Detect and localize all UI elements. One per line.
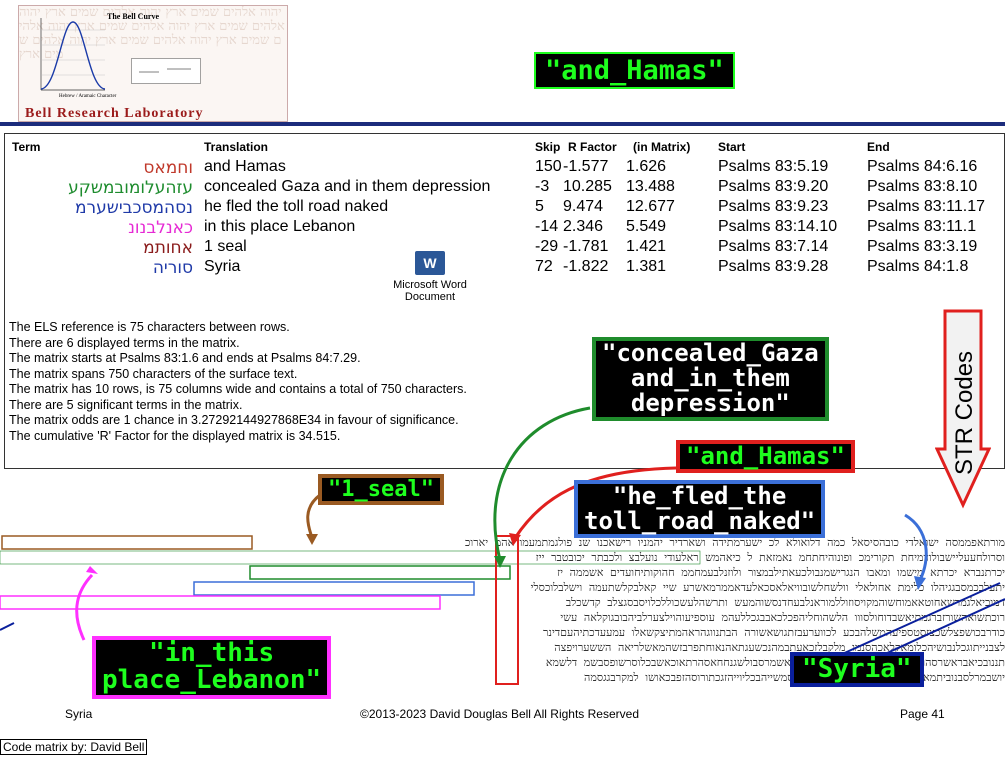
cell-inmatrix: 1.626 xyxy=(626,158,667,175)
footer-credit: Code matrix by: David Bell xyxy=(0,739,148,755)
col-header-end: End xyxy=(867,140,890,154)
slide: יהוה אלהים שמים ארץ יהוה אלהים שמים ארץ … xyxy=(0,0,1005,757)
col-header-rfactor: R Factor xyxy=(568,140,617,154)
info-panel: Term Translation Skip R Factor (in Matri… xyxy=(4,133,1005,469)
svg-text:STR Codes: STR Codes xyxy=(951,351,978,475)
cell-end: Psalms 83:3.19 xyxy=(867,238,978,255)
note-line: There are 6 displayed terms in the matri… xyxy=(9,335,240,350)
cell-rfactor: -1.577 xyxy=(563,158,609,175)
bell-curve-icon xyxy=(40,18,106,91)
cell-rfactor: 2.346 xyxy=(563,218,604,235)
cell-inmatrix: 13.488 xyxy=(626,178,675,195)
label-and-hamas: "and_Hamas" xyxy=(676,440,855,474)
cell-start: Psalms 83:14.10 xyxy=(718,218,838,235)
cell-translation: Syria xyxy=(204,258,241,275)
cell-inmatrix: 1.421 xyxy=(626,238,667,255)
cell-translation: and Hamas xyxy=(204,158,286,175)
cell-rfactor: 10.285 xyxy=(563,178,612,195)
note-line: The matrix odds are 1 chance in 3.272921… xyxy=(9,413,459,427)
matrix-notes: The ELS reference is 75 characters betwe… xyxy=(9,320,467,444)
label-lebanon: "in_this place_Lebanon" xyxy=(92,636,332,699)
cell-skip: 72 xyxy=(535,258,553,275)
cell-rfactor: -1.822 xyxy=(563,258,609,275)
cell-skip: 150 xyxy=(535,158,562,175)
note-line: There are 5 significant terms in the mat… xyxy=(9,397,243,412)
cell-translation: concealed Gaza and in them depression xyxy=(204,178,491,195)
label-concealed-gaza: "concealed_Gaza and_in_them depression" xyxy=(592,337,829,421)
lab-name: Bell Research Laboratory xyxy=(25,106,204,121)
cell-end: Psalms 84:1.8 xyxy=(867,258,969,275)
cell-skip: -14 xyxy=(535,218,559,235)
logo-x-label: Hebrew / Aramaic Character xyxy=(59,94,117,99)
word-icon: W xyxy=(415,251,445,275)
term-hebrew: עזהעלומובמשקע xyxy=(68,178,193,198)
col-header-start: Start xyxy=(718,140,746,154)
title-banner: "and_Hamas" xyxy=(534,52,735,89)
cell-rfactor: 9.474 xyxy=(563,198,604,215)
cell-start: Psalms 83:9.20 xyxy=(718,178,829,195)
label-seal: "1_seal" xyxy=(318,474,444,506)
note-line: The cumulative 'R' Factor for the displa… xyxy=(9,428,341,443)
cell-end: Psalms 83:8.10 xyxy=(867,178,978,195)
formula-icon xyxy=(131,58,201,84)
term-hebrew: אחותמ xyxy=(143,238,193,258)
logo-chart-title: The Bell Curve xyxy=(107,12,159,21)
footer-topic: Syria xyxy=(65,707,93,721)
term-hebrew: סוריה xyxy=(152,258,193,278)
term-hebrew: נסהמסכבישערמ xyxy=(75,198,193,218)
cell-start: Psalms 83:5.19 xyxy=(718,158,829,175)
cell-inmatrix: 5.549 xyxy=(626,218,667,235)
term-hebrew: וחמאס xyxy=(143,158,193,178)
label-syria: "Syria" xyxy=(790,652,924,688)
cell-inmatrix: 12.677 xyxy=(626,198,675,215)
cell-end: Psalms 83:11.1 xyxy=(867,218,977,235)
footer-page-number: Page 41 xyxy=(900,707,945,721)
cell-start: Psalms 83:9.23 xyxy=(718,198,829,215)
word-document-embed[interactable]: W Microsoft Word Document xyxy=(385,251,475,321)
header-divider xyxy=(0,122,1005,126)
cell-start: Psalms 83:7.14 xyxy=(718,238,829,255)
cell-start: Psalms 83:9.28 xyxy=(718,258,829,275)
cell-skip: -3 xyxy=(535,178,550,195)
cell-skip: -29 xyxy=(535,238,559,255)
note-line: The matrix has 10 rows, is 75 columns wi… xyxy=(9,382,467,396)
col-header-inmatrix: (in Matrix) xyxy=(633,140,691,154)
word-icon-label-2: Document xyxy=(404,291,456,303)
cell-translation: he fled the toll road naked xyxy=(204,198,389,215)
label-he-fled: "he_fled_the toll_road_naked" xyxy=(574,480,826,539)
cell-rfactor: -1.781 xyxy=(563,238,609,255)
word-icon-label-1: Microsoft Word xyxy=(393,279,467,291)
note-line: The matrix starts at Psalms 83:1.6 and e… xyxy=(9,351,361,365)
cell-translation: 1 seal xyxy=(204,238,247,255)
cell-end: Psalms 84:6.16 xyxy=(867,158,978,175)
col-header-term: Term xyxy=(12,140,41,154)
cell-end: Psalms 83:11.17 xyxy=(867,198,985,215)
cell-skip: 5 xyxy=(535,198,544,215)
cell-translation: in this place Lebanon xyxy=(204,218,356,235)
str-codes-label: STR Codes xyxy=(951,351,978,475)
footer-copyright: ©2013-2023 David Douglas Bell All Rights… xyxy=(360,707,639,721)
cell-inmatrix: 1.381 xyxy=(626,258,667,275)
note-line: The ELS reference is 75 characters betwe… xyxy=(9,320,290,334)
note-line: The matrix spans 750 characters of the s… xyxy=(9,366,298,381)
term-hebrew: כאנלבנונ xyxy=(128,218,193,238)
col-header-skip: Skip xyxy=(535,140,561,154)
bell-research-logo: יהוה אלהים שמים ארץ יהוה אלהים שמים ארץ … xyxy=(18,5,288,122)
col-header-translation: Translation xyxy=(204,140,269,154)
